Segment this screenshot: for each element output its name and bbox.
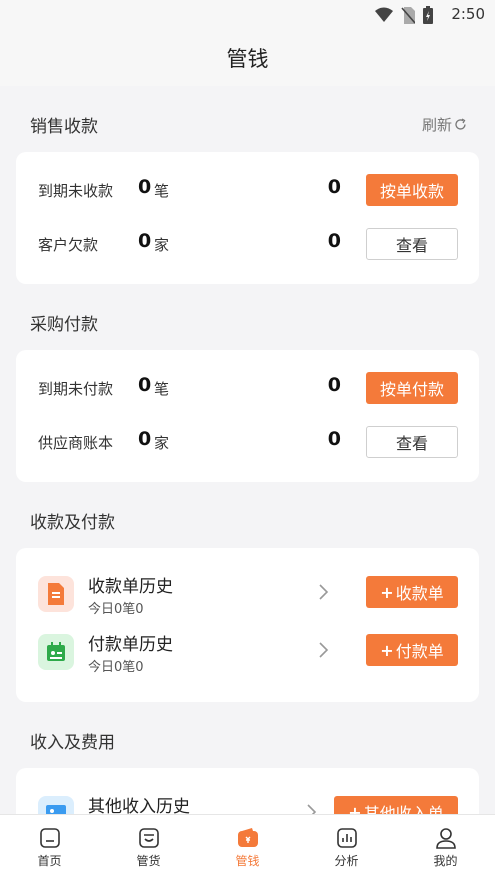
purchase-section-header: 采购付款 [0,302,495,342]
status-time: 2:50 [451,5,485,23]
other-income-history-title: 其他收入历史 [88,797,190,814]
customer-debt-label: 客户欠款 [38,236,99,254]
tab-home-label: 首页 [37,854,62,868]
customer-debt-unit: 家 [154,236,170,254]
profile-icon [435,828,456,849]
other-income-image-icon [38,796,74,814]
wallet-icon [237,828,258,847]
tab-profile[interactable]: 我的 [396,815,495,880]
tab-money-label: 管钱 [235,854,260,868]
add-receipt-button[interactable]: + 收款单 [366,576,458,608]
supplier-ledger-row: 供应商账本 0 家 0 查看 [16,422,479,462]
receipts-card: 收款单历史 今日0笔0 + 收款单 付款单历史 今日0笔0 + 付款单 [16,548,479,702]
due-payable-amount: 0 [327,374,341,396]
chevron-right-icon [307,804,317,814]
due-payable-unit: 笔 [154,380,170,398]
payment-history-sub: 今日0笔0 [88,660,144,675]
tab-home[interactable]: 首页 [0,815,99,880]
chevron-right-icon [319,584,329,600]
purchase-section-title: 采购付款 [30,315,98,335]
due-payable-count: 0 [138,374,152,396]
due-receivable-count: 0 [138,176,152,198]
customer-debt-count: 0 [138,230,152,252]
wifi-icon [375,7,393,22]
status-bar: 2:50 [0,0,495,30]
chevron-right-icon [319,642,329,658]
receipt-doc-icon [38,576,74,612]
add-other-income-button[interactable]: + 其他收入单 [334,796,458,814]
analysis-icon [336,828,357,848]
nav-bar: 管钱 [0,30,495,86]
income-section-header: 收入及费用 [0,720,495,760]
supplier-ledger-amount: 0 [327,428,341,450]
receipt-history-row[interactable]: 收款单历史 今日0笔0 + 收款单 [16,572,479,620]
sales-section-title: 销售收款 [30,117,98,137]
customer-debt-amount: 0 [327,230,341,252]
refresh-button[interactable]: 刷新 [422,114,467,135]
receipt-history-sub: 今日0笔0 [88,602,144,617]
goods-icon [138,828,159,848]
due-receivable-unit: 笔 [154,182,170,200]
purchase-card: 到期未付款 0 笔 0 按单付款 供应商账本 0 家 0 查看 [16,350,479,482]
bottom-tab-bar: 首页 管货 管钱 分析 我的 [0,814,495,880]
due-receivable-amount: 0 [327,176,341,198]
due-payable-row: 到期未付款 0 笔 0 按单付款 [16,368,479,408]
tab-analysis-label: 分析 [334,854,359,868]
view-supplier-ledger-button[interactable]: 查看 [366,426,458,458]
sales-card: 到期未收款 0 笔 0 按单收款 客户欠款 0 家 0 查看 [16,152,479,284]
refresh-icon [455,118,466,130]
no-sim-icon [401,6,415,24]
home-icon [39,828,60,848]
collect-by-order-button[interactable]: 按单收款 [366,174,458,206]
pay-by-order-button[interactable]: 按单付款 [366,372,458,404]
receipts-section-title: 收款及付款 [30,513,115,533]
receipts-section-header: 收款及付款 [0,500,495,540]
supplier-ledger-unit: 家 [154,434,170,452]
supplier-ledger-label: 供应商账本 [38,434,114,452]
battery-icon [423,6,433,24]
income-card: 其他收入历史 + 其他收入单 [16,768,479,814]
page-title: 管钱 [226,47,269,71]
tab-goods[interactable]: 管货 [99,815,198,880]
view-customer-debt-button[interactable]: 查看 [366,228,458,260]
due-receivable-label: 到期未收款 [38,182,114,200]
tab-money[interactable]: 管钱 [198,815,297,880]
sales-section-header: 销售收款 刷新 [0,104,495,144]
tab-profile-label: 我的 [433,854,458,868]
payment-history-title: 付款单历史 [88,635,173,655]
main-content[interactable]: 销售收款 刷新 到期未收款 0 笔 0 按单收款 客户欠款 0 家 0 查看 采… [0,86,495,814]
payment-calendar-icon [38,634,74,670]
income-section-title: 收入及费用 [30,733,115,753]
payment-history-row[interactable]: 付款单历史 今日0笔0 + 付款单 [16,630,479,678]
due-payable-label: 到期未付款 [38,380,114,398]
tab-goods-label: 管货 [136,854,161,868]
receipt-history-title: 收款单历史 [88,577,173,597]
due-receivable-row: 到期未收款 0 笔 0 按单收款 [16,170,479,210]
other-income-history-row[interactable]: 其他收入历史 + 其他收入单 [16,792,479,814]
refresh-label: 刷新 [421,116,452,134]
status-icons [375,6,433,24]
customer-debt-row: 客户欠款 0 家 0 查看 [16,224,479,264]
tab-analysis[interactable]: 分析 [297,815,396,880]
supplier-ledger-count: 0 [138,428,152,450]
add-payment-button[interactable]: + 付款单 [366,634,458,666]
